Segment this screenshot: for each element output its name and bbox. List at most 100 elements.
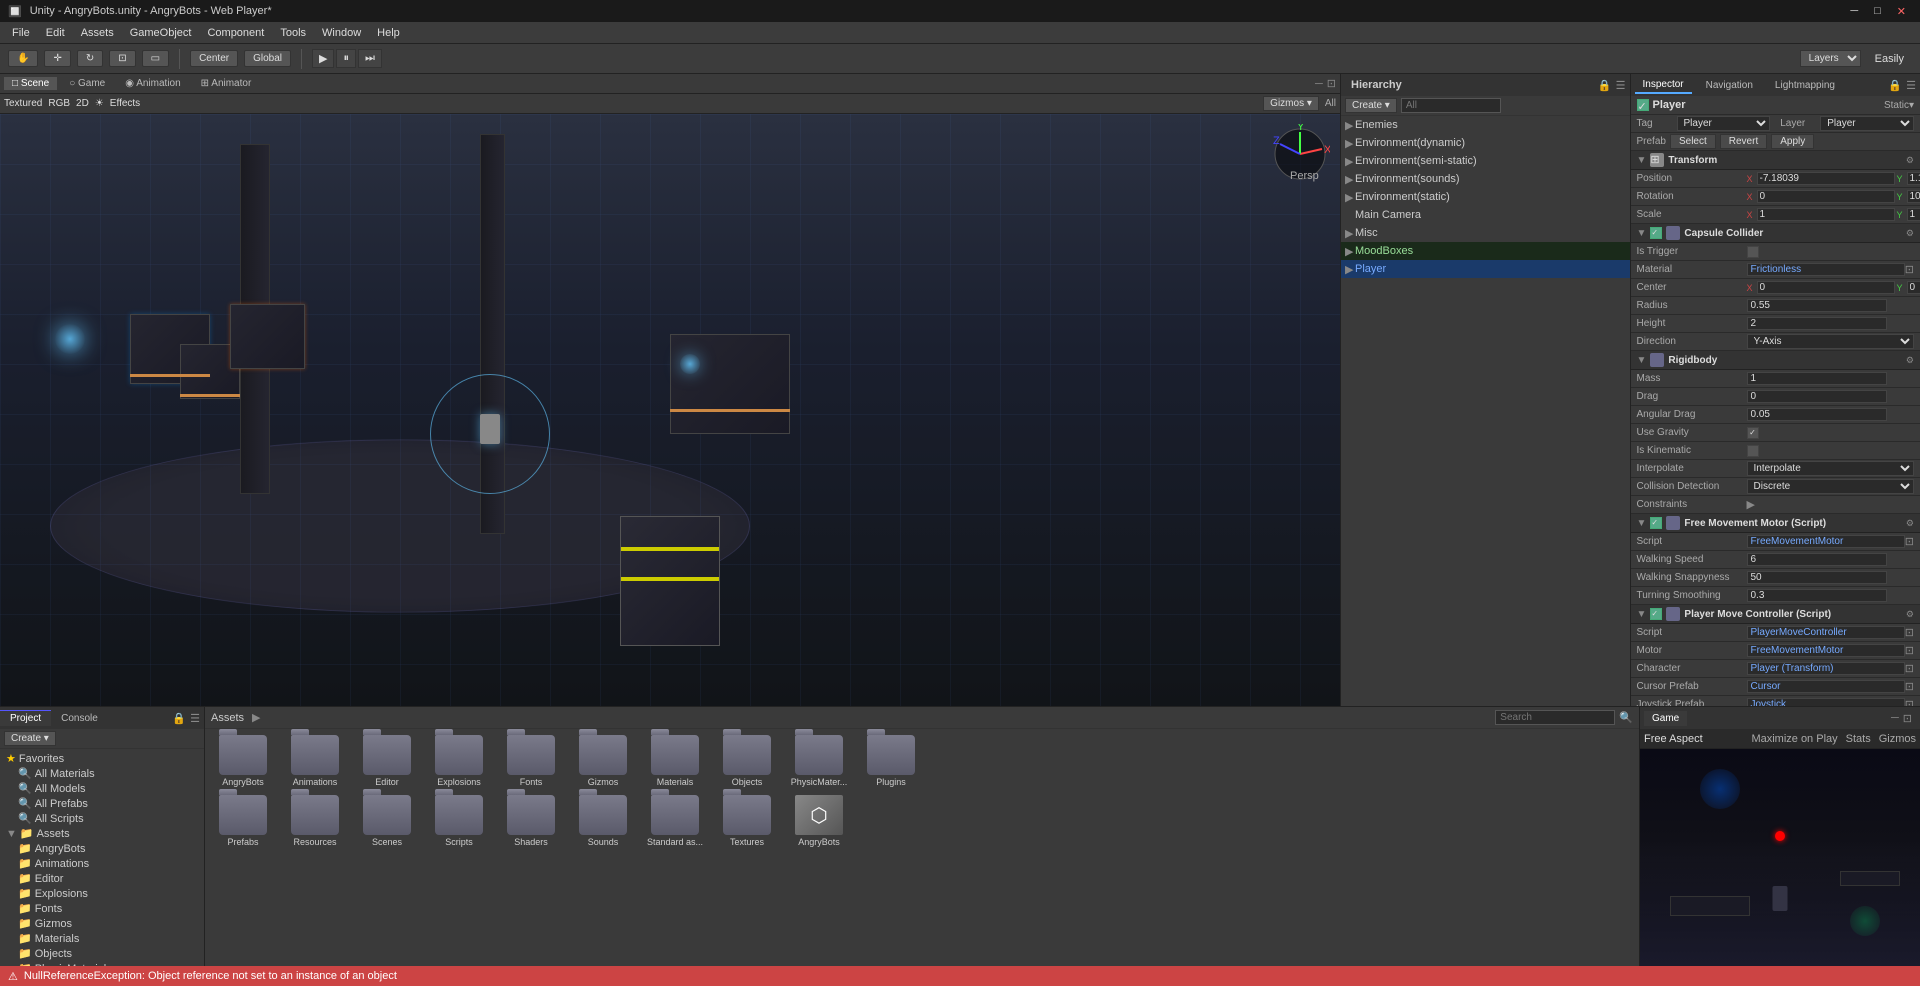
layer-select[interactable]: Player: [1820, 116, 1914, 131]
collision-select[interactable]: Discrete: [1747, 479, 1915, 494]
tree-objects[interactable]: 📁 Objects: [2, 946, 202, 961]
center-x-input[interactable]: [1757, 281, 1895, 294]
free-movement-section-header[interactable]: ▼ ✓ Free Movement Motor (Script) ⚙: [1631, 514, 1920, 533]
angular-drag-input[interactable]: [1747, 408, 1887, 421]
fm-script-pick[interactable]: ⊡: [1905, 535, 1914, 548]
project-lock-icon[interactable]: 🔒: [172, 712, 186, 725]
project-create-btn[interactable]: Create ▾: [4, 731, 56, 746]
rigidbody-settings-icon[interactable]: ⚙: [1906, 355, 1914, 366]
scale-y-input[interactable]: [1907, 208, 1920, 221]
prefab-apply-btn[interactable]: Apply: [1771, 134, 1814, 149]
tag-select[interactable]: Player: [1677, 116, 1771, 131]
asset-physic-material[interactable]: PhysicMater...: [785, 733, 853, 789]
asset-scenes[interactable]: Scenes: [353, 793, 421, 849]
use-gravity-checkbox[interactable]: [1747, 427, 1759, 439]
tree-favorites-header[interactable]: ★ Favorites: [2, 751, 202, 766]
asset-sounds[interactable]: Sounds: [569, 793, 637, 849]
material-pick-icon[interactable]: ⊡: [1905, 263, 1914, 276]
joystick-prefab-pick[interactable]: ⊡: [1905, 698, 1914, 706]
asset-angrybots[interactable]: AngryBots: [209, 733, 277, 789]
menu-file[interactable]: File: [4, 25, 38, 41]
rigidbody-section-header[interactable]: ▼ Rigidbody ⚙: [1631, 351, 1920, 370]
scale-x-input[interactable]: [1757, 208, 1895, 221]
game-tab-game[interactable]: Game: [1644, 711, 1687, 726]
menu-help[interactable]: Help: [369, 25, 408, 41]
win-maximize[interactable]: □: [1868, 5, 1887, 18]
center-y-input[interactable]: [1907, 281, 1920, 294]
2d-btn[interactable]: 2D: [76, 98, 89, 109]
tab-animation[interactable]: ◉ Animation: [117, 77, 188, 90]
pos-y-input[interactable]: [1907, 172, 1920, 185]
tree-all-scripts[interactable]: 🔍 All Scripts: [2, 811, 202, 826]
player-name[interactable]: Player: [1653, 99, 1884, 111]
cursor-prefab-value[interactable]: Cursor: [1747, 680, 1905, 693]
hier-item-env-static[interactable]: ▶ Environment(static): [1341, 188, 1630, 206]
inspector-menu-icon[interactable]: ☰: [1906, 79, 1916, 92]
scene-minimize-icon[interactable]: ─: [1315, 78, 1323, 90]
rot-y-input[interactable]: [1907, 190, 1920, 203]
player-move-enable[interactable]: ✓: [1650, 608, 1662, 620]
game-maximize-icon[interactable]: ⊡: [1903, 712, 1912, 725]
walking-snappyness-input[interactable]: [1747, 571, 1887, 584]
transform-settings-icon[interactable]: ⚙: [1906, 155, 1914, 166]
asset-standard[interactable]: Standard as...: [641, 793, 709, 849]
asset-materials[interactable]: Materials: [641, 733, 709, 789]
is-trigger-checkbox[interactable]: [1747, 246, 1759, 258]
tree-materials[interactable]: 📁 Materials: [2, 931, 202, 946]
asset-editor[interactable]: Editor: [353, 733, 421, 789]
game-lock-icon[interactable]: ─: [1891, 712, 1899, 724]
step-btn[interactable]: ⏭: [358, 49, 382, 68]
drag-input[interactable]: [1747, 390, 1887, 403]
tab-animator[interactable]: ⊞ Animator: [193, 77, 260, 90]
rect-tool-btn[interactable]: ▭: [142, 50, 169, 67]
free-movement-settings-icon[interactable]: ⚙: [1906, 518, 1914, 529]
tab-game[interactable]: ○ Game: [61, 77, 113, 90]
asset-explosions[interactable]: Explosions: [425, 733, 493, 789]
tree-editor[interactable]: 📁 Editor: [2, 871, 202, 886]
hier-item-env-dynamic[interactable]: ▶ Environment(dynamic): [1341, 134, 1630, 152]
motor-pick[interactable]: ⊡: [1905, 644, 1914, 657]
center-btn[interactable]: Center: [190, 50, 238, 67]
hier-item-player[interactable]: ▶ Player: [1341, 260, 1630, 278]
win-minimize[interactable]: ─: [1844, 5, 1864, 18]
asset-scripts[interactable]: Scripts: [425, 793, 493, 849]
tab-scene[interactable]: □ Scene: [4, 77, 57, 90]
asset-fonts[interactable]: Fonts: [497, 733, 565, 789]
asset-animations[interactable]: Animations: [281, 733, 349, 789]
effects-btn[interactable]: Effects: [110, 98, 140, 109]
free-movement-enable[interactable]: ✓: [1650, 517, 1662, 529]
asset-shaders[interactable]: Shaders: [497, 793, 565, 849]
hand-tool-btn[interactable]: ✋: [8, 50, 38, 67]
project-menu-icon[interactable]: ☰: [190, 712, 200, 725]
hierarchy-create-btn[interactable]: Create ▾: [1345, 98, 1397, 113]
tree-assets-header[interactable]: ▼ 📁 Assets: [2, 826, 202, 841]
pos-x-input[interactable]: [1757, 172, 1895, 185]
mass-input[interactable]: [1747, 372, 1887, 385]
interpolate-select[interactable]: Interpolate: [1747, 461, 1915, 476]
height-input[interactable]: [1747, 317, 1887, 330]
game-gizmos-btn[interactable]: Gizmos: [1879, 733, 1916, 745]
asset-objects[interactable]: Objects: [713, 733, 781, 789]
menu-window[interactable]: Window: [314, 25, 369, 41]
tab-navigation[interactable]: Navigation: [1698, 78, 1761, 93]
player-static-dropdown[interactable]: ▾: [1909, 100, 1914, 111]
free-aspect-btn[interactable]: Free Aspect: [1644, 733, 1703, 745]
tree-explosions[interactable]: 📁 Explosions: [2, 886, 202, 901]
hier-item-enemies[interactable]: ▶ Enemies: [1341, 116, 1630, 134]
stats-btn[interactable]: Stats: [1846, 733, 1871, 745]
asset-prefabs[interactable]: Prefabs: [209, 793, 277, 849]
tree-gizmos[interactable]: 📁 Gizmos: [2, 916, 202, 931]
prefab-revert-btn[interactable]: Revert: [1720, 134, 1767, 149]
prefab-select-btn[interactable]: Select: [1670, 134, 1716, 149]
tab-console[interactable]: Console: [51, 711, 108, 726]
tree-fonts[interactable]: 📁 Fonts: [2, 901, 202, 916]
menu-gameobject[interactable]: GameObject: [122, 25, 200, 41]
tree-angrybots[interactable]: 📁 AngryBots: [2, 841, 202, 856]
rgb-btn[interactable]: RGB: [48, 98, 70, 109]
menu-component[interactable]: Component: [199, 25, 272, 41]
tree-all-materials[interactable]: 🔍 All Materials: [2, 766, 202, 781]
walking-speed-input[interactable]: [1747, 553, 1887, 566]
material-value[interactable]: Frictionless: [1747, 263, 1905, 276]
player-move-section-header[interactable]: ▼ ✓ Player Move Controller (Script) ⚙: [1631, 605, 1920, 624]
tree-all-models[interactable]: 🔍 All Models: [2, 781, 202, 796]
